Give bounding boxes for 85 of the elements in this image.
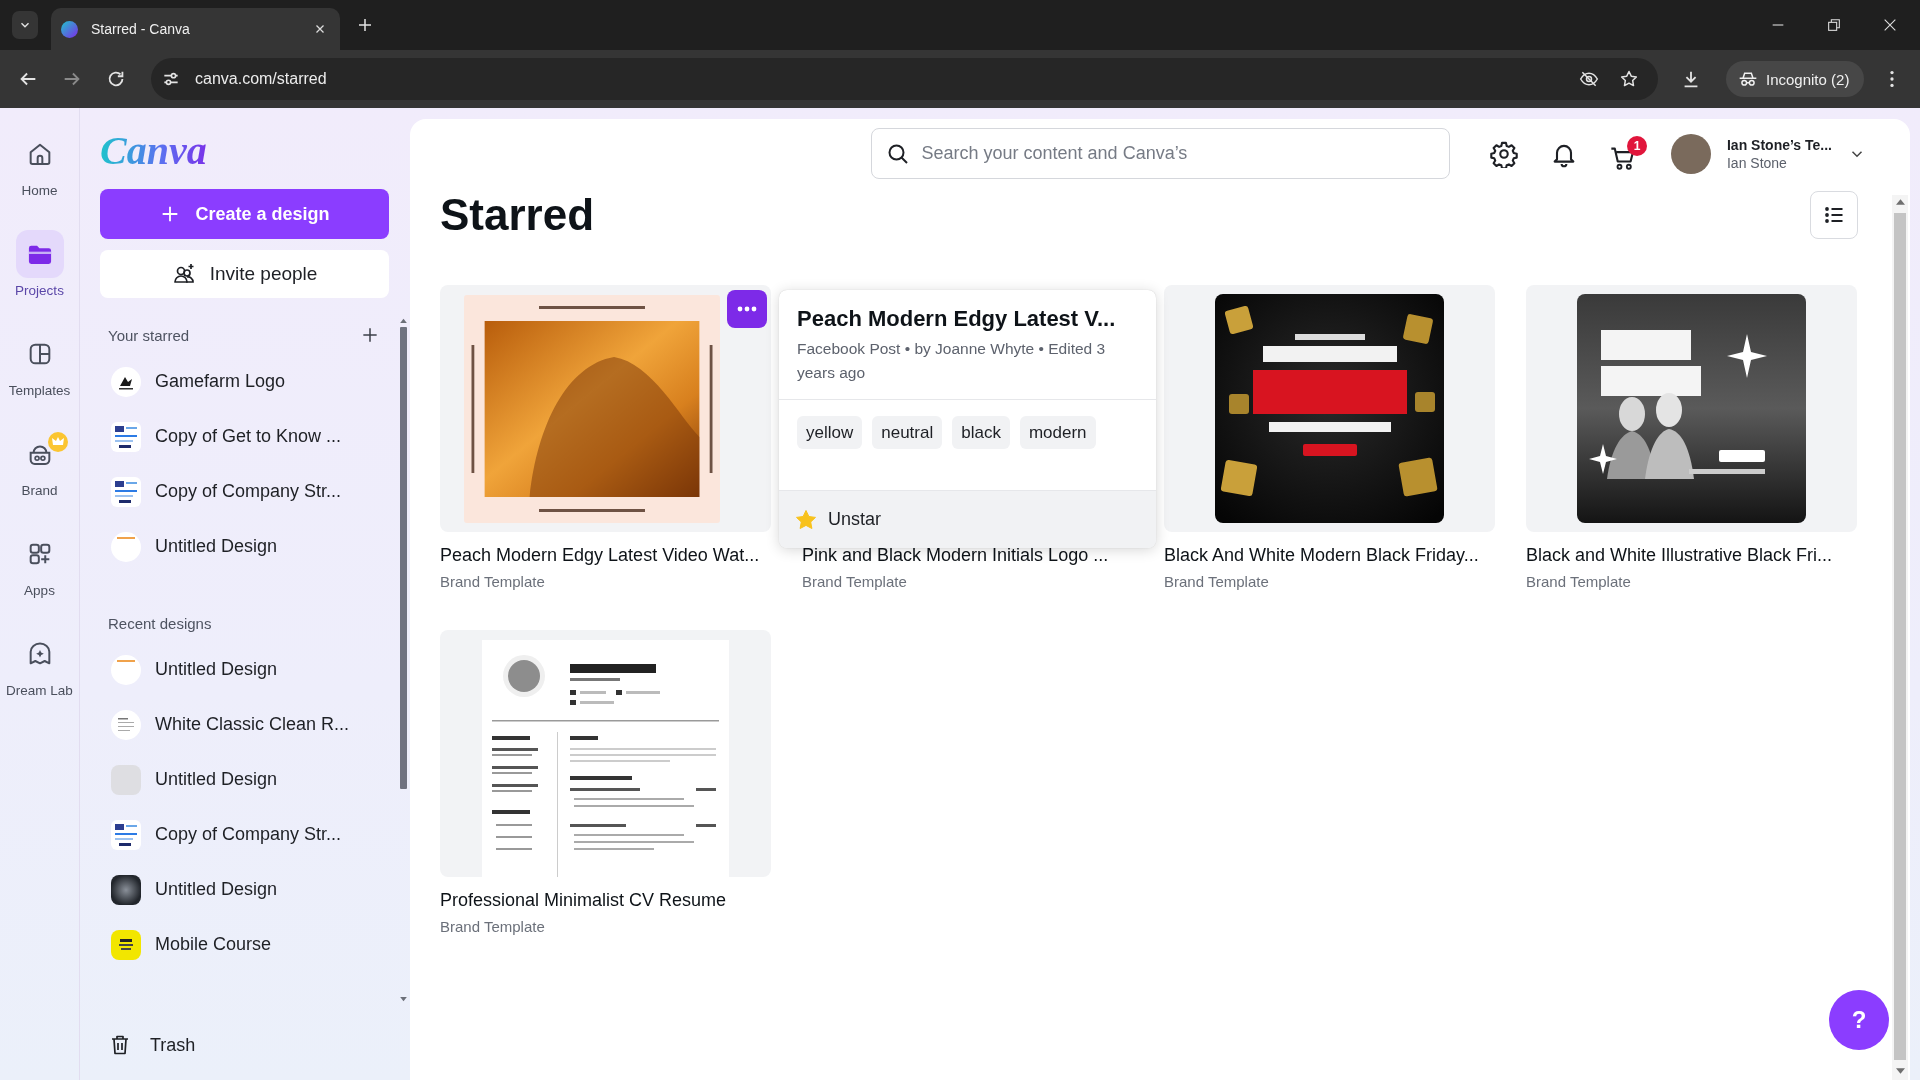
card-title[interactable]: Black and White Illustrative Black Fri... [1526,544,1857,566]
sidebar-item[interactable]: Untitled Design [100,752,388,807]
thumbnail-icon [111,709,141,740]
card-subtitle: Brand Template [440,572,546,592]
card-title[interactable]: Black And White Modern Black Friday... [1164,544,1495,566]
star-icon [794,507,818,532]
list-view-button[interactable] [1810,191,1858,239]
address-bar[interactable]: canva.com/starred [151,58,1658,100]
incognito-icon [1738,69,1758,89]
tag-chip[interactable]: modern [1019,416,1096,449]
card-subtitle: Brand Template [1526,572,1632,592]
nav-item[interactable]: Apps [0,530,79,630]
scroll-down-icon[interactable] [399,997,407,1002]
settings-icon[interactable] [1489,139,1518,168]
nav-item[interactable]: Dream Lab [0,630,79,730]
scroll-up-icon[interactable] [1895,199,1905,205]
thumbnail-icon [111,654,141,685]
new-tab-icon[interactable] [356,16,374,34]
restore-icon[interactable] [1826,17,1842,33]
scrollbar-thumb[interactable] [1894,213,1906,1060]
thumbnail-icon [111,819,141,850]
thumbnail-icon [111,366,141,397]
card-subtitle: Brand Template [802,572,908,592]
card-subtitle: Brand Template [440,917,546,937]
card-title[interactable]: Peach Modern Edgy Latest Video Wat... [440,544,771,566]
create-design-button[interactable]: Create a design [100,189,389,239]
eye-off-icon[interactable] [1579,69,1599,89]
card-title[interactable]: Professional Minimalist CV Resume [440,889,771,911]
search-bar[interactable]: Search your content and Canva’s [870,128,1450,179]
nav-item[interactable]: Templates [0,330,79,430]
scrollbar[interactable] [1892,195,1908,1080]
invite-people-button[interactable]: Invite people [100,250,389,298]
nav-item[interactable]: Home [0,130,79,230]
sidebar-item[interactable]: Copy of Company Str... [100,464,388,519]
star-icon[interactable] [1619,69,1639,89]
user-name: Ian Stone [1726,154,1788,171]
sidebar-item[interactable]: Untitled Design [100,519,388,574]
trash-item[interactable]: Trash [100,1010,196,1080]
nav-item[interactable]: Projects [0,230,79,330]
incognito-button[interactable]: Incognito (2) [1726,61,1864,97]
more-options-button[interactable] [727,290,767,328]
card-thumbnail[interactable] [1526,285,1857,532]
scroll-up-icon[interactable] [399,318,407,323]
sidebar-item[interactable]: Untitled Design [100,642,388,697]
tag-chip[interactable]: yellow [797,416,863,449]
nav-item[interactable]: Brand [0,430,79,530]
thumbnail-icon [111,421,141,452]
thumbnail-icon [111,764,141,795]
page-title: Starred [440,193,595,237]
thumbnail-icon [111,476,141,507]
sidebar-item[interactable]: Copy of Get to Know ... [100,409,388,464]
help-button[interactable]: ? [1829,990,1889,1050]
thumbnail-icon [111,531,141,562]
favicon-icon [61,20,78,38]
cart-badge: 1 [1626,135,1647,156]
search-input[interactable]: Search your content and Canva’s [921,141,1449,166]
team-name[interactable]: Ian Stone’s Te... [1726,136,1832,153]
thumbnail-icon [111,929,141,960]
browser-tab[interactable]: Starred - Canva [51,8,340,50]
popup-meta: Facebook Post • by Joanne Whyte • Edited 3 years ago [797,339,1107,383]
more-icon [737,306,757,312]
add-icon[interactable] [360,325,380,345]
sidebar-item[interactable]: Mobile Course [100,917,388,972]
tag-chip[interactable]: black [952,416,1010,449]
tab-search-button[interactable] [12,11,38,39]
thumbnail-icon [111,874,141,905]
section-heading: Your starred [108,326,190,344]
card-subtitle: Brand Template [1164,572,1270,592]
close-icon[interactable] [1882,17,1898,33]
unstar-button[interactable]: Unstar [779,491,1156,548]
sidebar-item[interactable]: Copy of Company Str... [100,807,388,862]
sidebar-item[interactable]: Untitled Design [100,862,388,917]
sidebar-item[interactable]: Gamefarm Logo [100,354,388,409]
card-thumbnail[interactable] [440,630,771,877]
card-thumbnail[interactable] [440,285,771,532]
popup-title: Peach Modern Edgy Latest V... [797,305,1117,333]
avatar[interactable] [1670,133,1711,174]
section-heading: Recent designs [108,614,212,632]
people-plus-icon [171,262,196,286]
scrollbar[interactable] [399,318,407,1002]
card-thumbnail[interactable] [1164,285,1495,532]
sidebar-item[interactable]: White Classic Clean R... [100,697,388,752]
scroll-down-icon[interactable] [1895,1068,1905,1074]
tag-chip[interactable]: neutral [872,416,943,449]
scrollbar-thumb[interactable] [399,327,407,789]
